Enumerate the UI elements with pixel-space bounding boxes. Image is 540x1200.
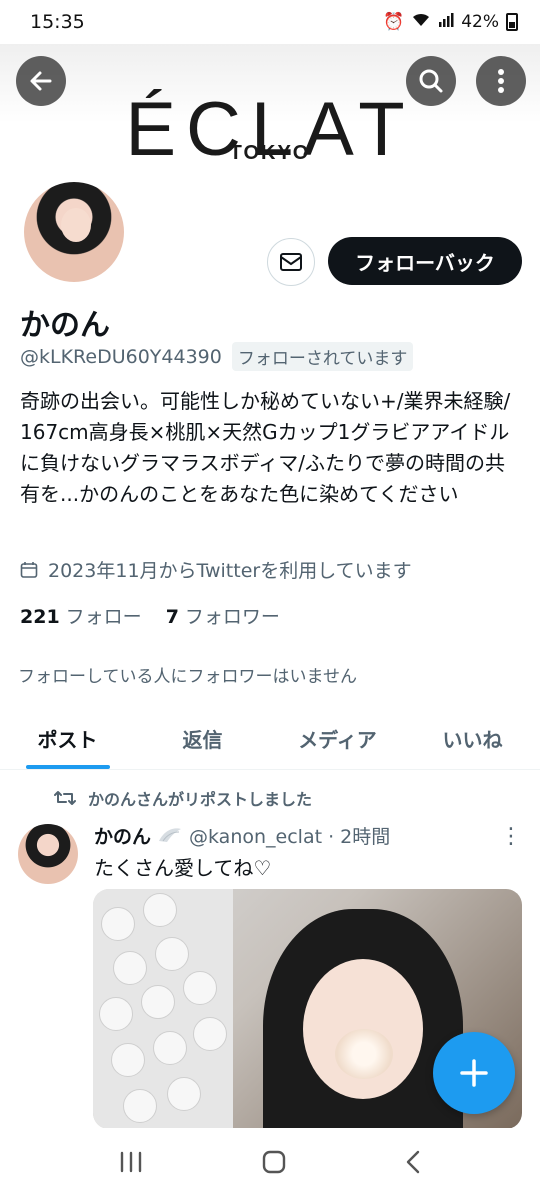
tweet-text: たくさん愛してね♡ (94, 856, 272, 880)
plus-icon (460, 1059, 488, 1087)
signal-icon (438, 12, 454, 33)
avatar-face (61, 208, 91, 242)
back-chevron-icon (406, 1150, 419, 1174)
tab-likes[interactable]: いいね (405, 708, 540, 769)
repost-indicator: かのんさんがリポストしました (54, 786, 312, 810)
back-nav-button[interactable] (404, 1149, 422, 1179)
tab-replies[interactable]: 返信 (135, 708, 270, 769)
tweet-avatar[interactable] (18, 824, 78, 884)
tweet-more-icon[interactable]: ⋮ (500, 826, 522, 848)
more-vertical-icon (498, 69, 504, 93)
calendar-icon (20, 561, 38, 578)
handle-row: @kLKReDU60Y44390 フォローされています (20, 342, 414, 371)
status-bar: 15:35 ⏰ 42% (0, 0, 540, 44)
follow-counts: 221 フォロー 7 フォロワー (20, 602, 280, 629)
tweet-author-name[interactable]: かのん (94, 822, 151, 849)
following-label: フォロー (65, 606, 142, 628)
mail-icon (280, 253, 302, 271)
tab-posts[interactable]: ポスト (0, 708, 135, 769)
home-icon (262, 1150, 286, 1174)
joined-date: 2023年11月からTwitterを利用しています (20, 556, 412, 583)
status-time: 15:35 (30, 11, 85, 33)
repost-icon (54, 791, 76, 805)
profile-avatar[interactable] (20, 178, 128, 286)
media-tiled-wall (93, 889, 233, 1129)
wing-icon (159, 827, 182, 842)
followers-count-link[interactable]: 7 フォロワー (166, 602, 280, 629)
banner-subtitle: TOKYO (229, 142, 311, 164)
profile-handle: @kLKReDU60Y44390 (20, 345, 222, 368)
follows-you-badge: フォローされています (231, 342, 414, 371)
profile-bio: 奇跡の出会い。可能性しか秘めていない+/業界未経験/ 167cm高身長×桃肌×天… (20, 389, 511, 506)
repost-text: かのんさんがリポストしました (88, 790, 313, 809)
home-button[interactable] (261, 1149, 287, 1179)
profile-name: かのん (20, 308, 110, 343)
system-nav-bar (0, 1128, 540, 1200)
status-icons: ⏰ 42% (383, 12, 518, 33)
no-mutual-followers: フォローしている人にフォロワーはいません (18, 667, 357, 687)
follow-back-button[interactable]: フォローバック (328, 237, 522, 285)
following-count: 221 (20, 606, 60, 628)
media-flower-sticker (335, 1029, 393, 1079)
battery-percent: 42% (461, 12, 499, 32)
compose-button[interactable] (433, 1032, 515, 1114)
search-icon (419, 69, 443, 93)
wifi-icon (411, 12, 431, 33)
followers-count: 7 (165, 606, 179, 628)
more-options-button[interactable] (476, 56, 526, 106)
following-count-link[interactable]: 221 フォロー (20, 602, 142, 629)
tweet-meta: @kanon_eclat · 2時間 (189, 826, 391, 848)
alarm-icon: ⏰ (383, 12, 405, 32)
battery-icon (506, 13, 518, 31)
joined-text: 2023年11月からTwitterを利用しています (48, 560, 412, 582)
message-button[interactable] (267, 238, 315, 286)
profile-tabs: ポスト 返信 メディア いいね (0, 708, 540, 770)
recent-apps-button[interactable] (118, 1150, 144, 1178)
followers-label: フォロワー (184, 606, 280, 628)
tweet-header: かのん @kanon_eclat · 2時間 (94, 822, 390, 849)
search-button[interactable] (406, 56, 456, 106)
tab-media[interactable]: メディア (270, 708, 405, 769)
recent-apps-icon (121, 1151, 142, 1173)
back-arrow-icon (30, 71, 52, 91)
back-button[interactable] (16, 56, 66, 106)
